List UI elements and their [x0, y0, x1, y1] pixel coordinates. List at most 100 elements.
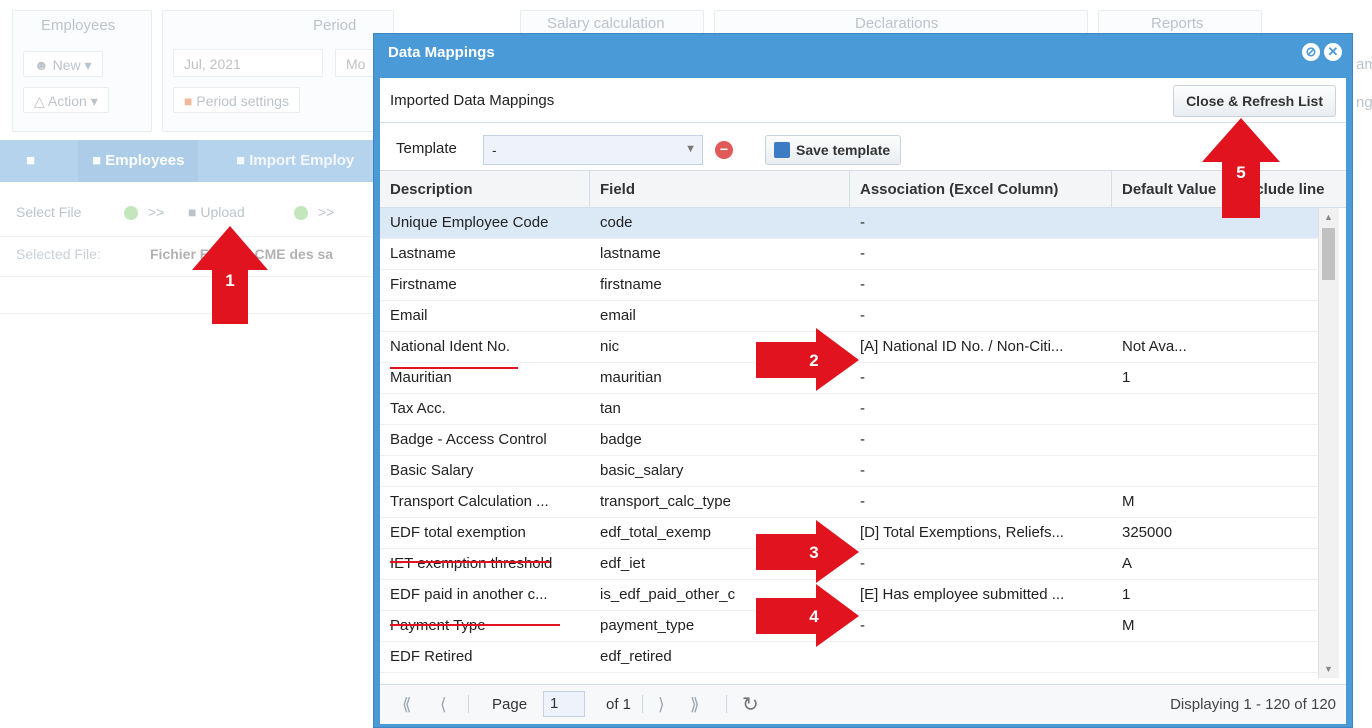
cell-description: Transport Calculation ... [390, 493, 549, 510]
cell-association[interactable]: - [850, 549, 1112, 579]
cell-description: Tax Acc. [390, 400, 446, 417]
svg-text:1: 1 [225, 271, 234, 290]
cell-default-value[interactable] [1112, 301, 1232, 331]
cell-association[interactable]: - [850, 456, 1112, 486]
cell-default-value[interactable]: A [1112, 549, 1232, 579]
step-separator: >> [148, 204, 165, 220]
cell-association[interactable]: [A] National ID No. / Non-Citi... [850, 332, 1112, 362]
employees-panel-title: Employees [41, 17, 116, 34]
cell-description: Unique Employee Code [390, 214, 549, 231]
scrollbar-thumb[interactable] [1322, 228, 1335, 280]
delete-template-icon[interactable]: − [715, 141, 733, 159]
template-select[interactable]: - ▼ [483, 135, 703, 165]
cell-description: EDF Retired [390, 648, 473, 665]
prev-page-icon[interactable]: ⟨ [440, 695, 447, 715]
period-panel: Period Jul, 2021 Mo ■ Period settings [162, 10, 394, 132]
table-row[interactable]: Firstname firstname - [380, 270, 1318, 301]
chevron-down-icon: ▼ [685, 143, 696, 155]
column-header-description[interactable]: Description [380, 171, 590, 208]
tab-bar: ■ ■ Employees ■ Import Employ [0, 140, 380, 182]
annotation-arrow-4: 4 [756, 584, 859, 647]
first-page-icon[interactable]: ⟪ [402, 695, 411, 715]
cell-association[interactable]: - [850, 394, 1112, 424]
cell-default-value[interactable]: 1 [1112, 580, 1232, 610]
tab-import-employees[interactable]: ■ Import Employ [236, 140, 354, 182]
cell-association[interactable] [850, 642, 1112, 672]
cell-default-value[interactable] [1112, 270, 1232, 300]
close-icon[interactable]: ✕ [1324, 43, 1342, 61]
cell-association[interactable]: [E] Has employee submitted ... [850, 580, 1112, 610]
svg-text:4: 4 [809, 607, 819, 626]
cell-default-value[interactable] [1112, 456, 1232, 486]
table-row[interactable]: Badge - Access Control badge - [380, 425, 1318, 456]
save-template-button[interactable]: Save template [765, 135, 902, 165]
cell-field: transport_calc_type [600, 493, 731, 510]
cell-default-value[interactable]: M [1112, 487, 1232, 517]
cell-default-value[interactable] [1112, 425, 1232, 455]
cell-default-value[interactable] [1112, 642, 1232, 672]
selected-file-label: Selected File: [16, 246, 101, 262]
table-row[interactable]: Unique Employee Code code - [380, 208, 1318, 239]
tab-employees[interactable]: ■ Employees [78, 140, 199, 182]
cell-description: EDF total exemption [390, 524, 526, 541]
vertical-scrollbar[interactable]: ▲ ▼ [1318, 208, 1339, 678]
template-select-value: - [492, 142, 497, 158]
step-separator-2: >> [318, 204, 335, 220]
table-row[interactable]: Tax Acc. tan - [380, 394, 1318, 425]
select-file-button[interactable]: Select File [16, 204, 81, 220]
cell-association[interactable]: - [850, 301, 1112, 331]
page-input[interactable]: 1 [543, 691, 585, 717]
svg-text:2: 2 [809, 351, 818, 370]
employees-panel: Employees ☻ New ▾ △ Action ▾ [12, 10, 152, 132]
cell-default-value[interactable]: 1 [1112, 363, 1232, 393]
cell-default-value[interactable] [1112, 239, 1232, 269]
cell-description: IET exemption threshold [390, 555, 553, 572]
cell-association[interactable]: - [850, 270, 1112, 300]
table-row[interactable]: Transport Calculation ... transport_calc_… [380, 487, 1318, 518]
column-header-field[interactable]: Field [590, 171, 850, 208]
cell-association[interactable]: - [850, 425, 1112, 455]
period-settings-button[interactable]: ■ Period settings [173, 87, 300, 113]
pagination-bar: ⟪ ⟨ Page 1 of 1 ⟩ ⟫ ↻ Displaying 1 - 120… [380, 684, 1346, 724]
cell-description: EDF paid in another c... [390, 586, 548, 603]
cell-field: email [600, 307, 636, 324]
cell-description: Basic Salary [390, 462, 474, 479]
cell-association[interactable]: - [850, 239, 1112, 269]
cell-association[interactable]: - [850, 208, 1112, 238]
table-row[interactable]: Basic Salary basic_salary - [380, 456, 1318, 487]
last-page-icon[interactable]: ⟫ [690, 695, 699, 715]
minimize-icon[interactable]: ⊘ [1302, 43, 1320, 61]
dialog-subtitle: Imported Data Mappings [390, 92, 555, 109]
underline-national-ident [390, 367, 518, 369]
scroll-up-icon[interactable]: ▲ [1324, 212, 1333, 222]
period-input[interactable]: Jul, 2021 [173, 49, 323, 77]
cell-association[interactable]: [D] Total Exemptions, Reliefs... [850, 518, 1112, 548]
cell-field: basic_salary [600, 462, 684, 479]
page-label: Page [492, 696, 528, 713]
template-label: Template [396, 140, 457, 157]
next-page-icon[interactable]: ⟩ [658, 695, 665, 715]
cell-association[interactable]: - [850, 611, 1112, 641]
cell-default-value[interactable]: Not Ava... [1112, 332, 1232, 362]
cell-default-value[interactable]: M [1112, 611, 1232, 641]
new-button[interactable]: ☻ New ▾ [23, 51, 103, 77]
cell-field: firstname [600, 276, 662, 293]
refresh-icon[interactable]: ↻ [742, 692, 759, 717]
cell-description: Badge - Access Control [390, 431, 547, 448]
cell-field: badge [600, 431, 642, 448]
cell-default-value[interactable]: 325000 [1112, 518, 1232, 548]
cell-default-value[interactable] [1112, 394, 1232, 424]
action-button[interactable]: △ Action ▾ [23, 87, 109, 113]
annotation-arrow-2: 2 [756, 328, 859, 391]
tab-chart[interactable]: ■ [26, 140, 35, 182]
right-edge-label-1: am [1356, 56, 1372, 73]
cell-association[interactable]: - [850, 363, 1112, 393]
table-row[interactable]: Lastname lastname - [380, 239, 1318, 270]
page-of-label: of 1 [606, 696, 632, 713]
scroll-down-icon[interactable]: ▼ [1324, 664, 1333, 674]
close-refresh-button[interactable]: Close & Refresh List [1173, 85, 1336, 117]
column-header-association[interactable]: Association (Excel Column) [850, 171, 1112, 208]
cell-description: National Ident No. [390, 338, 511, 355]
cell-association[interactable]: - [850, 487, 1112, 517]
upload-button[interactable]: ■ Upload [188, 204, 245, 220]
